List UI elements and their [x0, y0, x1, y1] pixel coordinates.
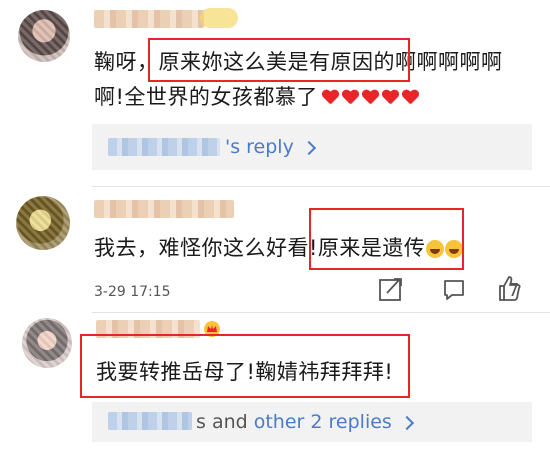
like-count: 7 [508, 280, 520, 301]
user-badge [200, 8, 238, 28]
comment-3-text: 我要转推岳母了!鞠婧祎拜拜拜! [96, 360, 394, 384]
comment-2-prefix: 我去，难怪你这么好看 [94, 236, 309, 260]
reply-label: 's reply [225, 136, 294, 158]
username-blurred-3[interactable] [96, 320, 200, 338]
divider [92, 186, 550, 187]
reply-link-1[interactable]: 's reply [225, 136, 316, 158]
comment-1-suffix: 啊啊啊啊啊 [395, 50, 503, 74]
comment-1-line-2: 啊!全世界的女孩都慕了 [94, 81, 418, 111]
comment-2-highlight-text: !原来是遗传 [309, 236, 426, 260]
comment-1-line-2-text: 啊!全世界的女孩都慕了 [94, 85, 318, 109]
avatar-comment-3[interactable] [22, 318, 72, 368]
reply-link-2[interactable]: s and other 2 replies [196, 411, 414, 433]
username-blurred-2[interactable] [94, 200, 234, 218]
username-blurred-1[interactable] [94, 10, 204, 28]
chevron-right-icon [301, 140, 316, 155]
comment-1-prefix: 鞠呀， [94, 50, 159, 74]
comment-timestamp: 3-29 17:15 [94, 284, 171, 300]
heart-icon [342, 90, 358, 106]
comment-1-highlight-text: 原来妳这么美是有原因的 [158, 50, 395, 74]
heart-icon [362, 90, 378, 106]
heart-icon [322, 90, 338, 106]
other-replies-link[interactable]: other 2 replies [254, 411, 392, 433]
avatar-comment-1[interactable] [18, 10, 70, 62]
comment-icon[interactable] [442, 278, 466, 302]
chevron-right-icon [399, 415, 414, 430]
heart-icon [402, 90, 418, 106]
laughing-emoji-icon [445, 240, 464, 258]
hearts-group [318, 85, 418, 109]
divider [92, 312, 550, 313]
comment-2-text: 我去，难怪你这么好看!原来是遗传 [94, 232, 464, 262]
share-icon[interactable] [378, 276, 404, 302]
reply-and-text: and [205, 411, 254, 433]
avatar-comment-2[interactable] [16, 196, 70, 250]
reply-s-fragment: s [196, 411, 206, 433]
reply-username-blurred-2 [108, 412, 192, 430]
comment-1-line-1: 鞠呀，原来妳这么美是有原因的啊啊啊啊啊 [94, 46, 503, 76]
crown-badge-icon [204, 321, 220, 337]
reply-username-blurred-1 [108, 138, 220, 156]
heart-icon [382, 90, 398, 106]
laughing-emoji-icon [426, 240, 445, 258]
